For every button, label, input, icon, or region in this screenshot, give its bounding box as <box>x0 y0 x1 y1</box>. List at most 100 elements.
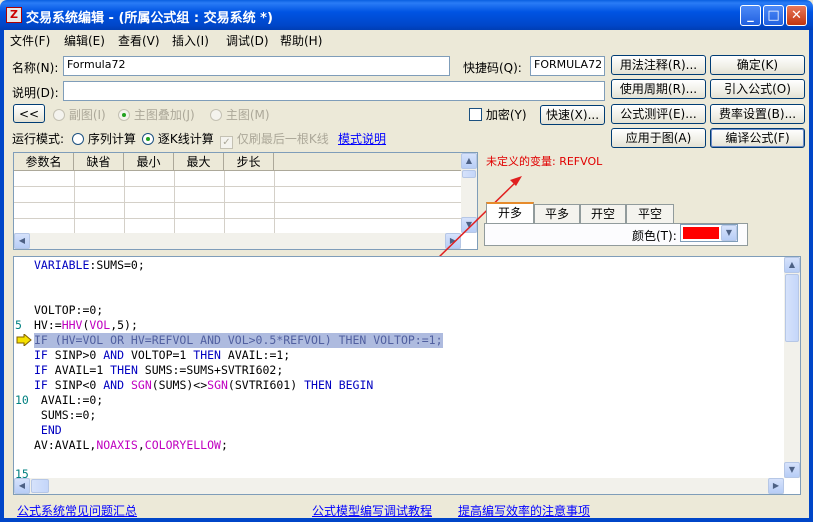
menu-edit[interactable]: 编辑(E) <box>64 32 105 49</box>
tab-close-short[interactable]: 平空 <box>626 204 674 224</box>
menu-insert[interactable]: 插入(I) <box>172 32 209 49</box>
encrypt-checkbox[interactable] <box>469 108 482 121</box>
code-line[interactable]: SUMS:=0; <box>34 408 96 423</box>
param-header-min: 最小 <box>124 153 174 171</box>
parameter-grid[interactable]: 参数名 缺省 最小 最大 步长 ▲ ▼ ◀ ▶ <box>13 152 478 250</box>
tab-open-long[interactable]: 开多 <box>486 202 534 224</box>
tab-close-long[interactable]: 平多 <box>534 204 580 224</box>
editor-hscroll[interactable]: ◀ ▶ <box>14 478 784 494</box>
param-column-divider <box>124 171 125 235</box>
faq-link[interactable]: 公式系统常见问题汇总 <box>17 502 137 519</box>
param-header-step: 步长 <box>224 153 274 171</box>
line-number: 5 <box>15 318 22 332</box>
tab-open-short[interactable]: 开空 <box>580 204 626 224</box>
per-bar-calc-option[interactable]: 逐K线计算 <box>142 130 214 147</box>
code-line[interactable]: IF AVAIL=1 THEN SUMS:=SUMS+SVTRI602; <box>34 363 283 378</box>
color-label: 颜色(T): <box>632 229 677 243</box>
refresh-last-bar-option[interactable]: ✓ 仅刷最后一根K线 <box>220 130 329 149</box>
encrypt-option[interactable]: 加密(Y) <box>469 106 527 123</box>
code-line[interactable]: AVAIL:=0; <box>34 393 103 408</box>
code-editor[interactable]: VARIABLE:SUMS=0; VOLTOP:=0; 5 HV:=HHV(VO… <box>13 256 801 495</box>
scroll-left-icon[interactable]: ◀ <box>14 233 30 249</box>
param-header-max: 最大 <box>174 153 224 171</box>
param-row[interactable] <box>14 203 462 219</box>
main-chart-radio[interactable] <box>210 109 222 121</box>
refresh-last-bar-checkbox[interactable]: ✓ <box>220 136 233 149</box>
code-line[interactable]: END <box>34 423 62 438</box>
code-line[interactable]: VOLTOP:=0; <box>34 303 103 318</box>
scroll-up-icon[interactable]: ▲ <box>461 153 477 169</box>
code-line[interactable]: AV:AVAIL,NOAXIS,COLORYELLOW; <box>34 438 228 453</box>
name-input[interactable]: Formula72 <box>63 56 450 76</box>
color-select[interactable]: ▼ <box>680 224 738 242</box>
menu-file[interactable]: 文件(F) <box>10 32 50 49</box>
main-chart-option[interactable]: 主图(M) <box>210 106 270 123</box>
collapse-button[interactable]: << <box>13 104 45 123</box>
param-header-name: 参数名 <box>14 153 74 171</box>
formula-test-button[interactable]: 公式测评(E)... <box>611 104 706 124</box>
sequence-calc-radio[interactable] <box>72 133 84 145</box>
description-label: 说明(D): <box>12 86 59 100</box>
scroll-down-icon[interactable]: ▼ <box>784 462 800 478</box>
param-hscroll[interactable]: ◀ ▶ <box>14 233 461 249</box>
code-line[interactable]: HV:=HHV(VOL,5); <box>34 318 138 333</box>
mode-help-link[interactable]: 模式说明 <box>338 130 386 147</box>
scroll-left-icon[interactable]: ◀ <box>14 478 30 494</box>
menu-debug[interactable]: 调试(D) <box>226 32 269 49</box>
signal-tab-panel: 开多 平多 开空 平空 颜色(T): ▼ <box>484 202 804 248</box>
code-line-highlighted[interactable]: IF (HV=VOL OR HV=REFVOL AND VOL>0.5*REFV… <box>34 333 443 348</box>
color-swatch <box>683 227 719 239</box>
window-title: 交易系统编辑 - (所属公式组 : 交易系统 *) <box>26 11 273 26</box>
window-frame-right <box>809 30 813 522</box>
line-number: 15 <box>15 467 29 478</box>
param-row[interactable] <box>14 187 462 203</box>
param-column-divider <box>224 171 225 235</box>
apply-to-chart-button[interactable]: 应用于图(A) <box>611 128 706 148</box>
main-overlay-radio[interactable] <box>118 109 130 121</box>
error-message: 未定义的变量: REFVOL <box>486 155 603 168</box>
menu-bar: 文件(F) 编辑(E) 查看(V) 插入(I) 调试(D) 帮助(H) <box>4 30 809 50</box>
main-overlay-option[interactable]: 主图叠加(J) <box>118 106 195 123</box>
subchart-radio[interactable] <box>53 109 65 121</box>
param-column-divider <box>274 171 275 235</box>
shortcut-label: 快捷码(Q): <box>463 61 522 75</box>
subchart-option[interactable]: 副图(I) <box>53 106 106 123</box>
close-button[interactable]: ✕ <box>786 5 807 26</box>
scroll-right-icon[interactable]: ▶ <box>768 478 784 494</box>
rate-settings-button[interactable]: 费率设置(B)... <box>710 104 805 124</box>
param-row[interactable] <box>14 171 462 187</box>
code-line[interactable]: VARIABLE:SUMS=0; <box>34 258 145 273</box>
usage-notes-button[interactable]: 用法注释(R)... <box>611 55 706 75</box>
ok-button[interactable]: 确定(K) <box>710 55 805 75</box>
name-label: 名称(N): <box>12 61 59 75</box>
efficiency-tips-link[interactable]: 提高编写效率的注意事项 <box>458 502 590 519</box>
use-period-button[interactable]: 使用周期(R)... <box>611 79 706 99</box>
code-line[interactable]: IF SINP<0 AND SGN(SUMS)<>SGN(SVTRI601) T… <box>34 378 373 393</box>
import-formula-button[interactable]: 引入公式(O) <box>710 79 805 99</box>
chevron-down-icon[interactable]: ▼ <box>721 225 737 241</box>
scroll-thumb[interactable] <box>785 274 799 342</box>
app-icon: Z <box>6 7 22 23</box>
menu-help[interactable]: 帮助(H) <box>280 32 322 49</box>
scroll-up-icon[interactable]: ▲ <box>784 257 800 273</box>
sequence-calc-option[interactable]: 序列计算 <box>72 130 136 147</box>
shortcut-input[interactable]: FORMULA72 <box>530 56 605 76</box>
maximize-button[interactable]: □ <box>763 5 784 26</box>
editor-vscroll[interactable]: ▲ ▼ <box>784 257 800 478</box>
line-number: 10 <box>15 393 29 407</box>
code-area[interactable]: VARIABLE:SUMS=0; VOLTOP:=0; 5 HV:=HHV(VO… <box>14 257 784 478</box>
scroll-thumb[interactable] <box>31 479 49 493</box>
param-column-divider <box>74 171 75 235</box>
description-input[interactable] <box>63 81 605 101</box>
param-header-filler <box>274 153 462 171</box>
tutorial-link[interactable]: 公式模型编写调试教程 <box>312 502 432 519</box>
param-header-default: 缺省 <box>74 153 124 171</box>
per-bar-calc-radio[interactable] <box>142 133 154 145</box>
param-column-divider <box>174 171 175 235</box>
menu-view[interactable]: 查看(V) <box>118 32 160 49</box>
run-mode-label: 运行模式: <box>12 132 65 146</box>
code-line[interactable]: IF SINP>0 AND VOLTOP=1 THEN AVAIL:=1; <box>34 348 290 363</box>
compile-formula-button[interactable]: 编译公式(F) <box>710 128 805 148</box>
fast-button[interactable]: 快速(X)... <box>540 105 605 125</box>
minimize-button[interactable]: _ <box>740 5 761 26</box>
